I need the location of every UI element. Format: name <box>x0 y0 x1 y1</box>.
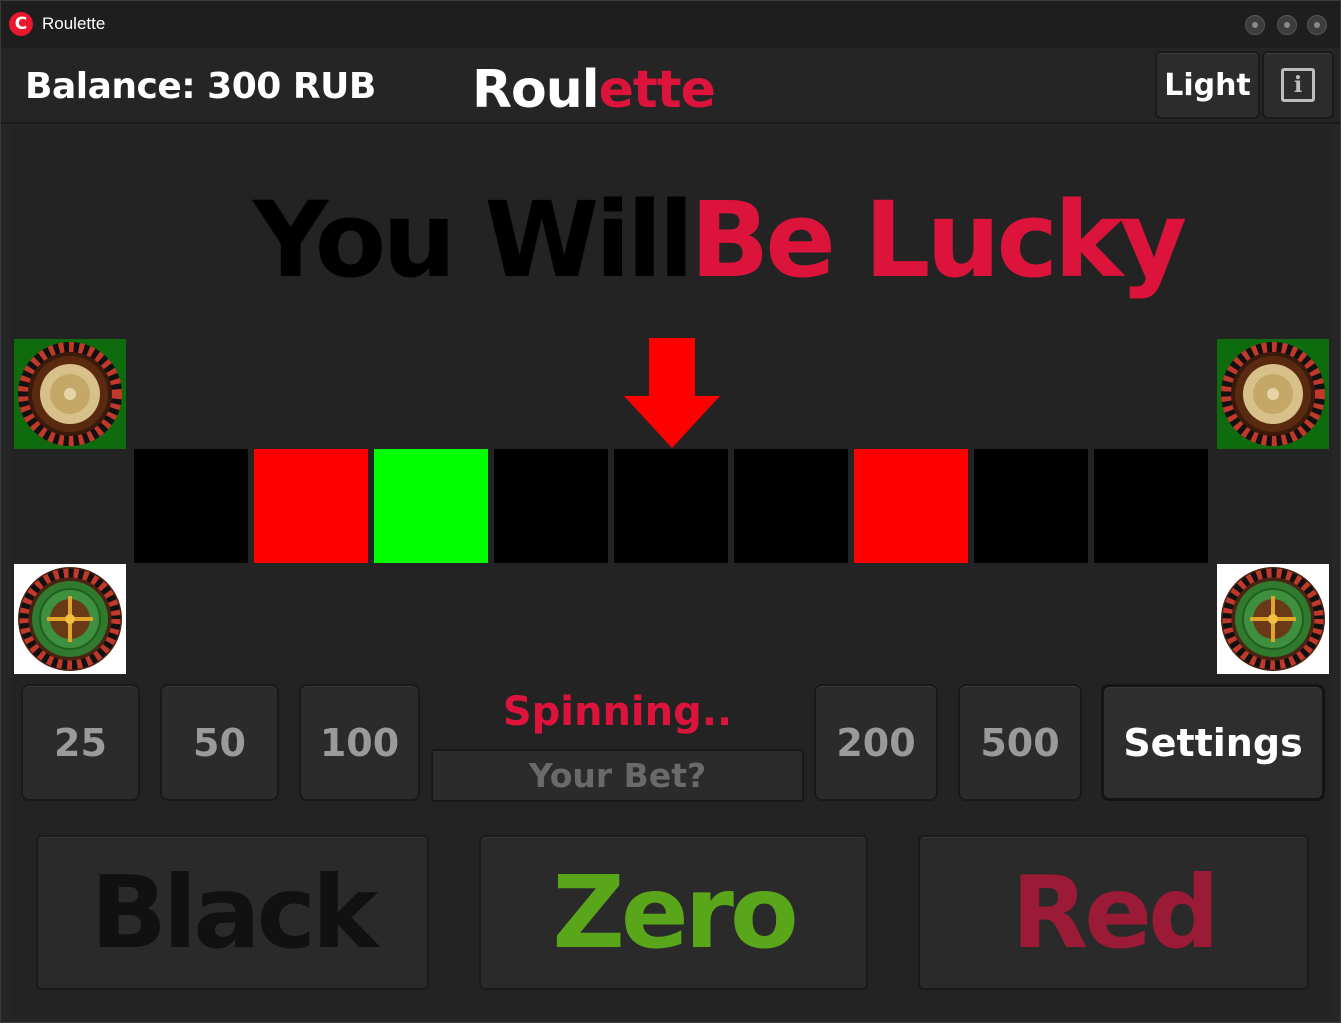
bet-25-button[interactable]: 25 <box>21 684 140 801</box>
roulette-wheel-image <box>1217 339 1329 449</box>
app-header: Balance: 300 RUB Roulette Light i <box>1 48 1340 124</box>
app-window: C Roulette Balance: 300 RUB Roulette Lig… <box>0 0 1341 1023</box>
theme-toggle-button[interactable]: Light <box>1155 51 1260 119</box>
headline-part-black: You Will <box>253 179 694 301</box>
logo-text-white: Roul <box>472 60 600 120</box>
strip-cell-black <box>734 449 848 563</box>
roulette-wheel-image <box>14 564 126 674</box>
app-logo-icon: C <box>9 12 33 36</box>
strip-cell-black <box>494 449 608 563</box>
settings-button[interactable]: Settings <box>1101 684 1325 801</box>
close-icon[interactable] <box>1307 15 1327 35</box>
minimize-icon[interactable] <box>1245 15 1265 35</box>
balance-label: Balance: 300 RUB <box>25 66 376 107</box>
pointer-arrow-icon <box>624 338 720 448</box>
info-button[interactable]: i <box>1262 51 1334 119</box>
title-bar[interactable]: C Roulette <box>1 1 1340 48</box>
headline-part-red: Be Lucky <box>690 179 1187 301</box>
roulette-wheel-image <box>14 339 126 449</box>
app-logo: Roulette <box>472 60 716 120</box>
info-icon: i <box>1281 68 1315 102</box>
logo-text-red: ette <box>598 60 716 120</box>
strip-cell-black <box>614 449 728 563</box>
strip-cell-red <box>254 449 368 563</box>
window-title: Roulette <box>42 14 106 33</box>
strip-cell-red <box>854 449 968 563</box>
bet-zero-button[interactable]: Zero <box>479 835 868 990</box>
bet-200-button[interactable]: 200 <box>814 684 938 801</box>
roulette-wheel-image <box>1217 564 1329 674</box>
bet-100-button[interactable]: 100 <box>299 684 420 801</box>
strip-cell-black <box>134 449 248 563</box>
spin-status: Spinning.. <box>502 689 733 735</box>
strip-cell-green <box>374 449 488 563</box>
bet-50-button[interactable]: 50 <box>160 684 279 801</box>
bet-amount-input[interactable] <box>431 749 804 802</box>
headline: You WillBe Lucky <box>253 179 1187 301</box>
bet-black-button[interactable]: Black <box>36 835 429 990</box>
bet-red-button[interactable]: Red <box>918 835 1309 990</box>
bet-500-button[interactable]: 500 <box>958 684 1082 801</box>
strip-cell-black <box>974 449 1088 563</box>
maximize-icon[interactable] <box>1277 15 1297 35</box>
strip-cell-black <box>1094 449 1208 563</box>
